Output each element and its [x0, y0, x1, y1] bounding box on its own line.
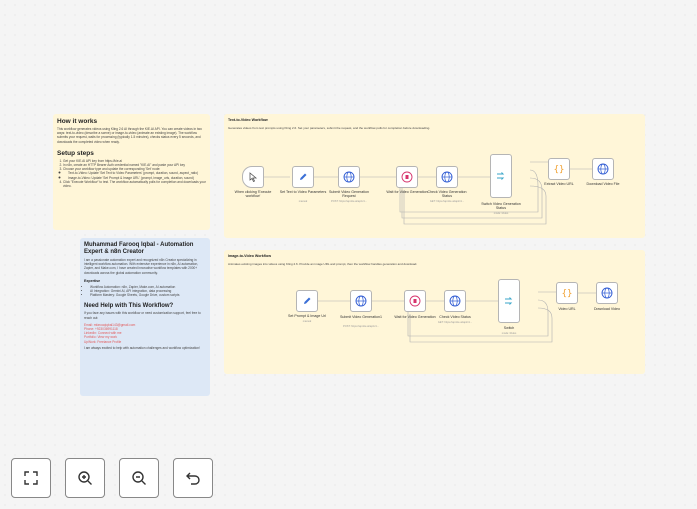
undo-button[interactable] [173, 458, 213, 498]
switch-icon [505, 297, 513, 305]
globe-icon [441, 171, 453, 183]
i2v-switch-label: Switch [503, 326, 515, 330]
code-icon: {} [554, 165, 565, 175]
pause-icon [401, 171, 413, 183]
i2v-submit-label: Submit Video Generation1 [339, 315, 383, 319]
t2v-download-node[interactable] [592, 158, 614, 180]
t2v-check-node[interactable] [436, 166, 458, 188]
i2v-switch-sublabel: mode: Rules [501, 332, 517, 335]
svg-text:{}: {} [562, 289, 573, 299]
zoom-in-icon [78, 471, 92, 485]
t2v-wait-node[interactable] [396, 166, 418, 188]
i2v-check-label: Check Video Status [439, 315, 471, 319]
i2v-extract-node[interactable]: {} [556, 282, 578, 304]
t2v-extract-node[interactable]: {} [548, 158, 570, 180]
pause-icon [409, 295, 421, 307]
globe-icon [449, 295, 461, 307]
pencil-icon [300, 173, 307, 180]
t2v-submit-sublabel: POST: https://api.kie.ai/api/v1... [330, 200, 368, 203]
i2v-set-sublabel: manual [302, 320, 312, 323]
t2v-check-label: Check Video Generation Status [427, 190, 467, 198]
i2v-set-label: Set Prompt & Image Url [288, 314, 326, 318]
zoom-out-icon [132, 471, 146, 485]
t2v-set-node[interactable] [292, 166, 314, 188]
code-icon: {} [562, 289, 573, 299]
fit-view-button[interactable] [11, 458, 51, 498]
cursor-icon [249, 172, 258, 182]
switch-icon [497, 172, 505, 180]
t2v-submit-node[interactable] [338, 166, 360, 188]
t2v-download-label: Download Video File [586, 182, 620, 186]
fit-view-icon [24, 471, 38, 485]
i2v-set-node[interactable] [296, 290, 318, 312]
connections-layer [264, 161, 596, 343]
t2v-set-label: Set Text to Video Parameters [279, 190, 327, 194]
zoom-out-button[interactable] [119, 458, 159, 498]
t2v-trigger-node[interactable] [242, 166, 264, 188]
t2v-set-sublabel: manual [298, 200, 308, 203]
t2v-check-sublabel: GET: https://api.kie.ai/api/v1... [429, 200, 465, 203]
pencil-icon [304, 297, 311, 304]
globe-icon [343, 171, 355, 183]
globe-icon [355, 295, 367, 307]
i2v-download-node[interactable] [596, 282, 618, 304]
t2v-switch-sublabel: mode: Rules [493, 212, 509, 215]
globe-icon [597, 163, 609, 175]
i2v-download-label: Download Video [593, 307, 621, 311]
i2v-submit-sublabel: POST: https://api.kie.ai/api/v1... [342, 325, 380, 328]
t2v-extract-label: Extract Video URL [544, 182, 574, 186]
i2v-submit-node[interactable] [350, 290, 372, 312]
connection [409, 307, 553, 343]
globe-icon [601, 287, 613, 299]
t2v-switch-node[interactable] [490, 154, 512, 198]
t2v-switch-label: Switch Video Generation Status [481, 202, 521, 210]
zoom-in-button[interactable] [65, 458, 105, 498]
i2v-wait-node[interactable] [404, 290, 426, 312]
i2v-switch-node[interactable] [498, 279, 520, 323]
i2v-check-node[interactable] [444, 290, 466, 312]
i2v-check-sublabel: GET: https://api.kie.ai/api/v1... [437, 321, 473, 324]
t2v-submit-label: Submit Video Generation Request [328, 190, 370, 198]
t2v-trigger-label: When clicking 'Execute workflow' [234, 190, 272, 198]
undo-icon [186, 472, 200, 485]
svg-text:{}: {} [554, 165, 565, 175]
